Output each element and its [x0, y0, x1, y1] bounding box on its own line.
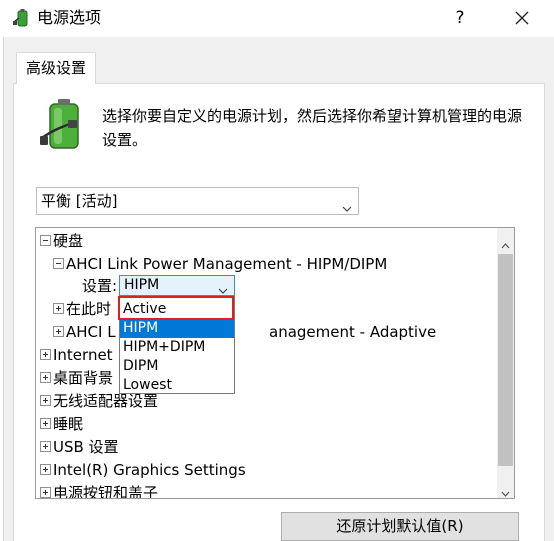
expand-toggle-icon[interactable]	[40, 372, 51, 383]
setting-value-select[interactable]: HIPM	[119, 275, 235, 296]
power-plan-value: 平衡 [活动]	[41, 192, 118, 210]
tree-item-power-buttons[interactable]: 电源按钮和盖子	[40, 483, 159, 499]
power-options-dialog: 电源选项 ? 高级设置 选择你要自定义的电源计划，然后选择你希望计算机管理的电源…	[0, 0, 554, 541]
expand-toggle-icon[interactable]	[40, 487, 51, 498]
tree-item-label: 在此时	[66, 300, 112, 318]
setting-value: HIPM	[124, 277, 160, 293]
tree-item-label: 桌面背景	[53, 369, 114, 387]
tab-advanced-settings[interactable]: 高级设置	[16, 52, 96, 84]
window-edge	[0, 37, 4, 541]
tree-item-usb[interactable]: USB 设置	[40, 437, 119, 457]
expand-toggle-icon[interactable]	[53, 326, 64, 337]
close-button[interactable]	[500, 3, 544, 33]
window-title: 电源选项	[37, 8, 102, 27]
scroll-down-icon[interactable]	[501, 482, 510, 501]
option-hipm[interactable]: HIPM	[120, 319, 234, 338]
tree-item-label: AHCI Link Power Management - HIPM/DIPM	[66, 255, 388, 273]
expand-toggle-icon[interactable]	[40, 349, 51, 360]
tree-item-turn-off-disk[interactable]: 在此时	[53, 299, 111, 319]
tree-item-label: 电源按钮和盖子	[53, 484, 159, 499]
expand-toggle-icon[interactable]	[40, 441, 51, 452]
option-lowest[interactable]: Lowest	[120, 376, 234, 395]
tree-item-ahci-hipm-dipm[interactable]: AHCI Link Power Management - HIPM/DIPM	[53, 254, 387, 274]
tree-item-label: Internet	[53, 346, 113, 364]
collapse-toggle-icon[interactable]	[40, 235, 51, 246]
restore-plan-defaults-button[interactable]: 还原计划默认值(R)	[281, 512, 519, 541]
expand-toggle-icon[interactable]	[40, 395, 51, 406]
settings-tree[interactable]: 硬盘 AHCI Link Power Management - HIPM/DIP…	[35, 227, 515, 499]
collapse-toggle-icon[interactable]	[53, 258, 64, 269]
tree-item-intel-graphics[interactable]: Intel(R) Graphics Settings	[40, 460, 246, 480]
chevron-down-icon	[342, 197, 352, 216]
instruction-text: 选择你要自定义的电源计划，然后选择你希望计算机管理的电源设置。	[102, 107, 523, 149]
annotation-highlight-box	[118, 296, 234, 320]
tree-item-label: AHCI L	[66, 323, 116, 341]
tree-item-internet[interactable]: Internet	[40, 345, 113, 365]
option-dipm[interactable]: DIPM	[120, 357, 234, 376]
tree-item-label: 睡眠	[53, 415, 84, 433]
tree-item-label: 硬盘	[53, 232, 84, 250]
tree-scrollbar[interactable]	[497, 228, 514, 498]
expand-toggle-icon[interactable]	[40, 418, 51, 429]
power-plan-select[interactable]: 平衡 [活动]	[36, 187, 359, 215]
tree-item-desktop-background[interactable]: 桌面背景	[40, 368, 113, 388]
option-hipm-dipm[interactable]: HIPM+DIPM	[120, 338, 234, 357]
tree-item-label: USB 设置	[53, 438, 119, 456]
tree-item-disk[interactable]: 硬盘	[40, 231, 83, 251]
expand-toggle-icon[interactable]	[40, 464, 51, 475]
tree-item-sleep[interactable]: 睡眠	[40, 414, 83, 434]
setting-label: 设置:	[82, 277, 118, 295]
battery-plug-icon	[40, 98, 92, 156]
help-button[interactable]: ?	[440, 3, 480, 33]
power-options-icon	[12, 8, 32, 32]
expand-toggle-icon[interactable]	[53, 303, 64, 314]
scroll-up-icon[interactable]	[501, 234, 510, 253]
scrollbar-thumb[interactable]	[498, 254, 513, 466]
tree-item-label-tail: anagement - Adaptive	[269, 323, 437, 341]
title-bar[interactable]: 电源选项 ?	[0, 0, 554, 37]
close-icon	[515, 11, 529, 25]
tree-item-label: Intel(R) Graphics Settings	[53, 461, 246, 479]
tree-item-ahci-adaptive[interactable]: AHCI L	[53, 322, 116, 342]
